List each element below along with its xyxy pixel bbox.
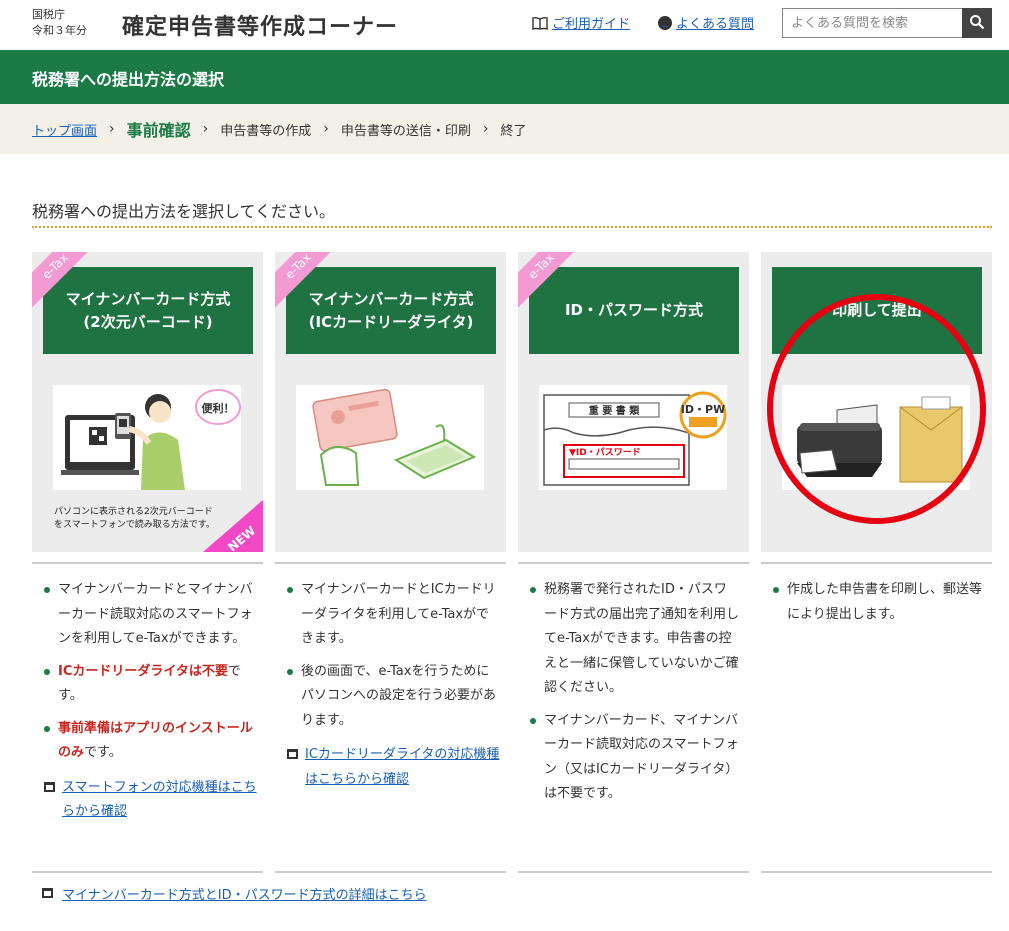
item-text: マイナンバーカードとマイナンバーカード読取対応のスマートフォンを利用してe-Ta… bbox=[58, 582, 253, 646]
card-title: マイナンバーカード方式 (ICカードリーダライタ) bbox=[286, 267, 496, 354]
agency-name: 国税庁 bbox=[32, 8, 65, 21]
card-title-line1: マイナンバーカード方式 bbox=[65, 289, 231, 308]
external-window-icon bbox=[42, 888, 53, 898]
img-heading: 重 要 書 類 bbox=[589, 404, 640, 417]
question-icon: ? bbox=[658, 15, 672, 30]
feature-list: 作成した申告書を印刷し、郵送等により提出します。 bbox=[761, 564, 992, 627]
card-title-line1: ID・パスワード方式 bbox=[564, 301, 704, 319]
link-label: ICカードリーダライタの対応機種はこちらから確認 bbox=[305, 747, 500, 787]
column-divider bbox=[275, 871, 506, 873]
list-item: 税務署で発行されたID・パスワード方式の届出完了通知を利用してe-Taxができま… bbox=[528, 578, 739, 701]
ic-reader-illustration bbox=[296, 385, 484, 490]
bubble-text: 便利！ bbox=[202, 401, 235, 415]
search-button[interactable] bbox=[962, 8, 992, 38]
external-window-icon bbox=[287, 749, 298, 759]
column-qr: マイナンバーカードとマイナンバーカード読取対応のスマートフォンを利用してe-Ta… bbox=[32, 562, 263, 825]
card-title-line1: 印刷して提出 bbox=[832, 301, 922, 319]
card-title: マイナンバーカード方式 (2次元バーコード) bbox=[43, 267, 253, 354]
item-text: です。 bbox=[84, 745, 122, 760]
method-card-print[interactable]: 印刷して提出 bbox=[761, 252, 992, 552]
page-title-band: 税務署への提出方法の選択 bbox=[0, 50, 1009, 104]
card-title: 印刷して提出 bbox=[772, 267, 982, 354]
breadcrumb-separator: › bbox=[482, 121, 489, 137]
guide-link[interactable]: ご利用ガイド bbox=[532, 13, 630, 32]
faq-search-input[interactable] bbox=[782, 8, 962, 38]
list-item: マイナンバーカードとマイナンバーカード読取対応のスマートフォンを利用してe-Ta… bbox=[42, 578, 253, 652]
tax-year: 令和３年分 bbox=[32, 24, 87, 37]
app-title: 確定申告書等作成コーナー bbox=[122, 15, 399, 40]
breadcrumb-separator: › bbox=[202, 121, 209, 137]
link-label: スマートフォンの対応機種はこちらから確認 bbox=[62, 779, 257, 820]
list-item: マイナンバーカードとICカードリーダライタを利用してe-Taxができます。 bbox=[285, 578, 496, 652]
breadcrumb-step-end: 終了 bbox=[500, 123, 527, 139]
breadcrumb-top[interactable]: トップ画面 bbox=[32, 120, 97, 139]
breadcrumb-separator: › bbox=[109, 121, 115, 137]
feature-list: マイナンバーカードとICカードリーダライタを利用してe-Taxができます。 後の… bbox=[275, 564, 506, 733]
breadcrumb: トップ画面 › 事前確認 › 申告書等の作成 › 申告書等の送信・印刷 › 終了 bbox=[0, 104, 1009, 154]
smartphone-models-link[interactable]: スマートフォンの対応機種はこちらから確認 bbox=[32, 776, 263, 825]
list-item: 後の画面で、e-Taxを行うためにパソコンへの設定を行う必要があります。 bbox=[285, 660, 496, 734]
site-header: 国税庁 令和３年分 確定申告書等作成コーナー ご利用ガイド ? よくある質問 bbox=[0, 0, 1009, 50]
ic-reader-models-link[interactable]: ICカードリーダライタの対応機種はこちらから確認 bbox=[275, 743, 506, 792]
feature-list: 税務署で発行されたID・パスワード方式の届出完了通知を利用してe-Taxができま… bbox=[518, 564, 749, 807]
card-title-line1: マイナンバーカード方式 bbox=[308, 289, 474, 308]
guide-link-label: ご利用ガイド bbox=[552, 17, 631, 32]
breadcrumb-step-create: 申告書等の作成 bbox=[220, 123, 312, 139]
faq-link[interactable]: ? よくある質問 bbox=[658, 13, 754, 32]
column-id-password: 税務署で発行されたID・パスワード方式の届出完了通知を利用してe-Taxができま… bbox=[518, 562, 749, 815]
column-ic-reader: マイナンバーカードとICカードリーダライタを利用してe-Taxができます。 後の… bbox=[275, 562, 506, 792]
column-divider bbox=[761, 871, 992, 873]
item-text-emphasis: ICカードリーダライタは不要 bbox=[58, 663, 228, 679]
book-icon bbox=[532, 16, 548, 30]
item-text: 後の画面で、e-Taxを行うためにパソコンへの設定を行う必要があります。 bbox=[301, 663, 497, 728]
list-item: マイナンバーカード、マイナンバーカード読取対応のスマートフォン（又はICカードリ… bbox=[528, 709, 739, 807]
item-text: マイナンバーカード、マイナンバーカード読取対応のスマートフォン（又はICカードリ… bbox=[544, 712, 739, 802]
list-item: 作成した申告書を印刷し、郵送等により提出します。 bbox=[771, 578, 982, 627]
item-text: マイナンバーカードとICカードリーダライタを利用してe-Taxができます。 bbox=[301, 582, 496, 646]
page-title: 税務署への提出方法の選択 bbox=[32, 70, 225, 89]
img-label: ▼ID・パスワード bbox=[569, 446, 641, 458]
svg-text:ID・PW: ID・PW bbox=[681, 403, 725, 416]
item-text: 作成した申告書を印刷し、郵送等により提出します。 bbox=[787, 582, 983, 622]
breadcrumb-step-send: 申告書等の送信・印刷 bbox=[340, 123, 471, 139]
card-title-line2: (ICカードリーダライタ) bbox=[308, 312, 474, 331]
faq-link-label: よくある質問 bbox=[676, 17, 755, 32]
instruction-text: 税務署への提出方法を選択してください。 bbox=[32, 202, 336, 221]
column-print: 作成した申告書を印刷し、郵送等により提出します。 bbox=[761, 562, 992, 635]
link-label: マイナンバーカード方式とID・パスワード方式の詳細はこちら bbox=[62, 888, 427, 903]
column-divider bbox=[32, 871, 263, 873]
external-window-icon bbox=[44, 781, 55, 792]
breadcrumb-separator: › bbox=[323, 121, 329, 137]
id-password-illustration: 重 要 書 類 ▼ID・パスワード ID・PW bbox=[539, 385, 727, 490]
method-card-id-password[interactable]: ID・パスワード方式 e-Tax 重 要 書 類 ▼ID・パスワード ID・PW bbox=[518, 252, 749, 552]
feature-list: マイナンバーカードとマイナンバーカード読取対応のスマートフォンを利用してe-Ta… bbox=[32, 564, 263, 766]
search-icon bbox=[970, 14, 985, 29]
printer-illustration bbox=[782, 385, 970, 490]
card-title: ID・パスワード方式 bbox=[529, 267, 739, 354]
card-title-line2: (2次元バーコード) bbox=[83, 312, 213, 331]
list-item: 事前準備はアプリのインストールのみです。 bbox=[42, 717, 253, 766]
column-divider bbox=[518, 871, 749, 873]
dotted-divider bbox=[32, 226, 992, 228]
method-card-ic-reader[interactable]: マイナンバーカード方式 (ICカードリーダライタ) e-Tax bbox=[275, 252, 506, 552]
qr-illustration: 便利！ bbox=[53, 385, 241, 490]
breadcrumb-current: 事前確認 bbox=[126, 121, 191, 140]
method-details-link[interactable]: マイナンバーカード方式とID・パスワード方式の詳細はこちら bbox=[42, 884, 427, 903]
method-card-qr[interactable]: マイナンバーカード方式 (2次元バーコード) e-Tax 便利！ パソコンに表示さ… bbox=[32, 252, 263, 552]
agency-block: 国税庁 令和３年分 bbox=[32, 7, 87, 39]
list-item: ICカードリーダライタは不要です。 bbox=[42, 660, 253, 709]
